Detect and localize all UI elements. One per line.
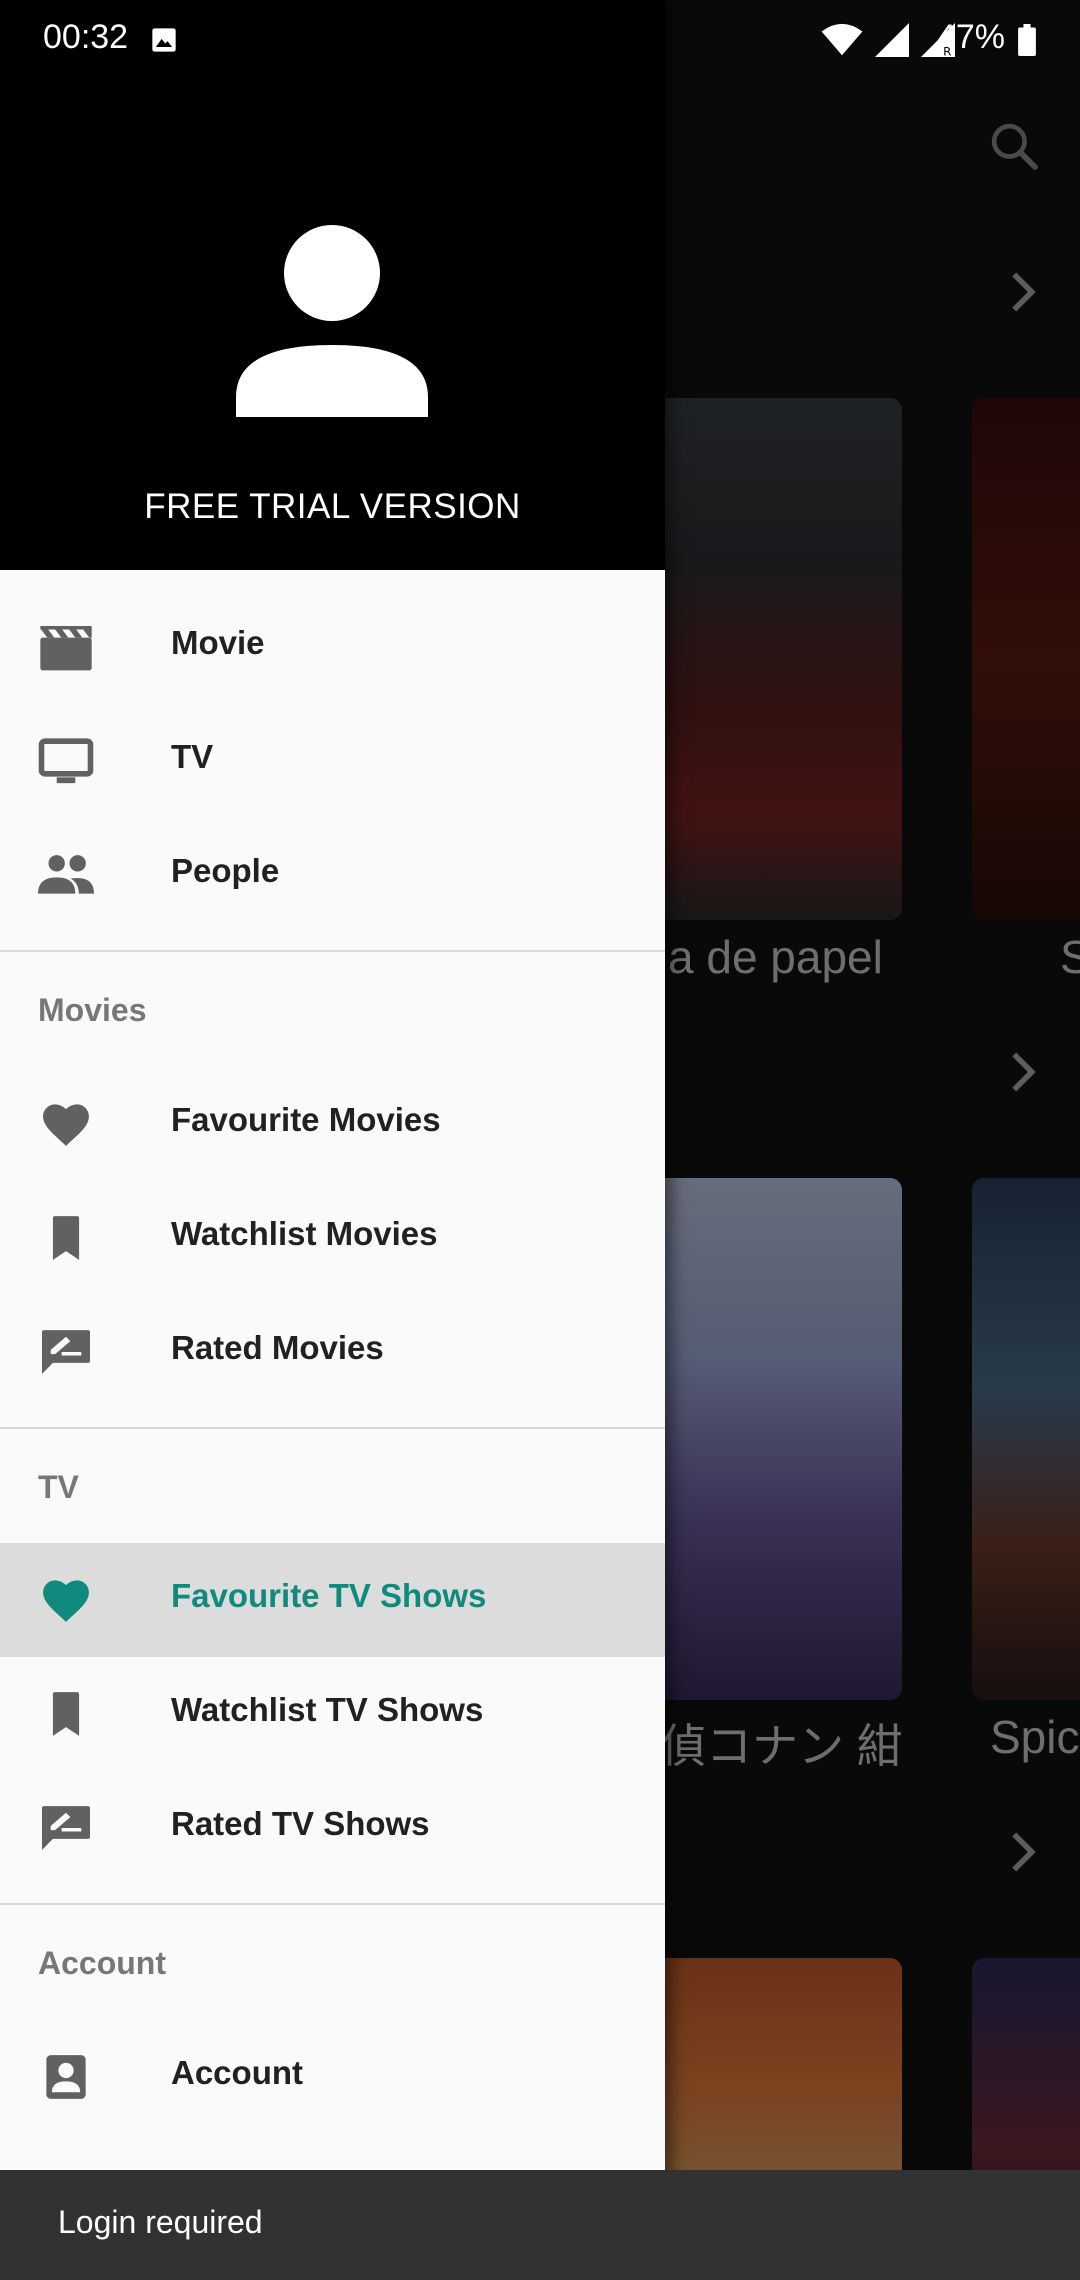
drawer-item-label: Watchlist Movies bbox=[171, 1215, 438, 1252]
account-box-icon bbox=[46, 2055, 86, 2099]
drawer-item-label: Movie bbox=[171, 624, 265, 661]
drawer-item-label: Account bbox=[171, 2054, 303, 2091]
drawer-item-tv[interactable]: TV bbox=[0, 704, 665, 818]
movie-clapper-icon bbox=[40, 626, 92, 671]
divider bbox=[0, 1427, 665, 1429]
drawer-item-watchlist-movies[interactable]: Watchlist Movies bbox=[0, 1181, 665, 1295]
section-header-movies: Movies bbox=[38, 992, 147, 1028]
signal-icon bbox=[875, 23, 909, 57]
rate-review-icon bbox=[42, 1806, 90, 1850]
people-icon bbox=[38, 855, 94, 894]
section-header-tv: TV bbox=[38, 1469, 79, 1505]
system-icons: R bbox=[821, 20, 955, 60]
free-trial-label: FREE TRIAL VERSION bbox=[144, 487, 521, 526]
drawer-header: FREE TRIAL VERSION bbox=[0, 0, 665, 570]
drawer-item-movie[interactable]: Movie bbox=[0, 590, 665, 704]
drawer-item-rated-tv-shows[interactable]: Rated TV Shows bbox=[0, 1771, 665, 1885]
person-icon[interactable] bbox=[236, 225, 428, 417]
drawer-item-label: Rated TV Shows bbox=[171, 1805, 430, 1842]
bookmark-icon bbox=[52, 1216, 80, 1260]
snackbar-message: Login required bbox=[58, 2204, 263, 2240]
tv-icon bbox=[38, 738, 94, 784]
battery-percent: 47% bbox=[936, 18, 1005, 56]
drawer-item-favourite-movies[interactable]: Favourite Movies bbox=[0, 1067, 665, 1181]
drawer-item-label: TV bbox=[171, 738, 214, 775]
drawer-item-label: Favourite Movies bbox=[171, 1101, 441, 1138]
image-icon bbox=[152, 28, 176, 52]
drawer-item-label: Favourite TV Shows bbox=[171, 1577, 487, 1614]
drawer-item-people[interactable]: People bbox=[0, 818, 665, 932]
wifi-icon bbox=[821, 23, 863, 56]
drawer-item-watchlist-tv-shows[interactable]: Watchlist TV Shows bbox=[0, 1657, 665, 1771]
divider bbox=[0, 950, 665, 952]
drawer-item-label: Rated Movies bbox=[171, 1329, 384, 1366]
status-bar: 00:32 R 47% bbox=[0, 0, 1080, 80]
bookmark-icon bbox=[52, 1692, 80, 1736]
drawer-item-label: Watchlist TV Shows bbox=[171, 1691, 484, 1728]
rate-review-icon bbox=[42, 1330, 90, 1374]
drawer-item-account[interactable]: Account bbox=[0, 2020, 665, 2134]
battery-icon bbox=[1018, 24, 1036, 56]
status-time: 00:32 bbox=[43, 18, 129, 56]
heart-icon bbox=[43, 1104, 89, 1146]
snackbar: Login required bbox=[0, 2170, 1080, 2280]
section-header-account: Account bbox=[38, 1945, 166, 1981]
drawer-item-favourite-tv-shows[interactable]: Favourite TV Shows bbox=[0, 1543, 665, 1657]
drawer-item-rated-movies[interactable]: Rated Movies bbox=[0, 1295, 665, 1409]
heart-icon bbox=[43, 1580, 89, 1622]
divider bbox=[0, 1903, 665, 1905]
drawer-item-label: People bbox=[171, 852, 280, 889]
navigation-drawer: FREE TRIAL VERSION Movie TV People Movie… bbox=[0, 0, 665, 2280]
